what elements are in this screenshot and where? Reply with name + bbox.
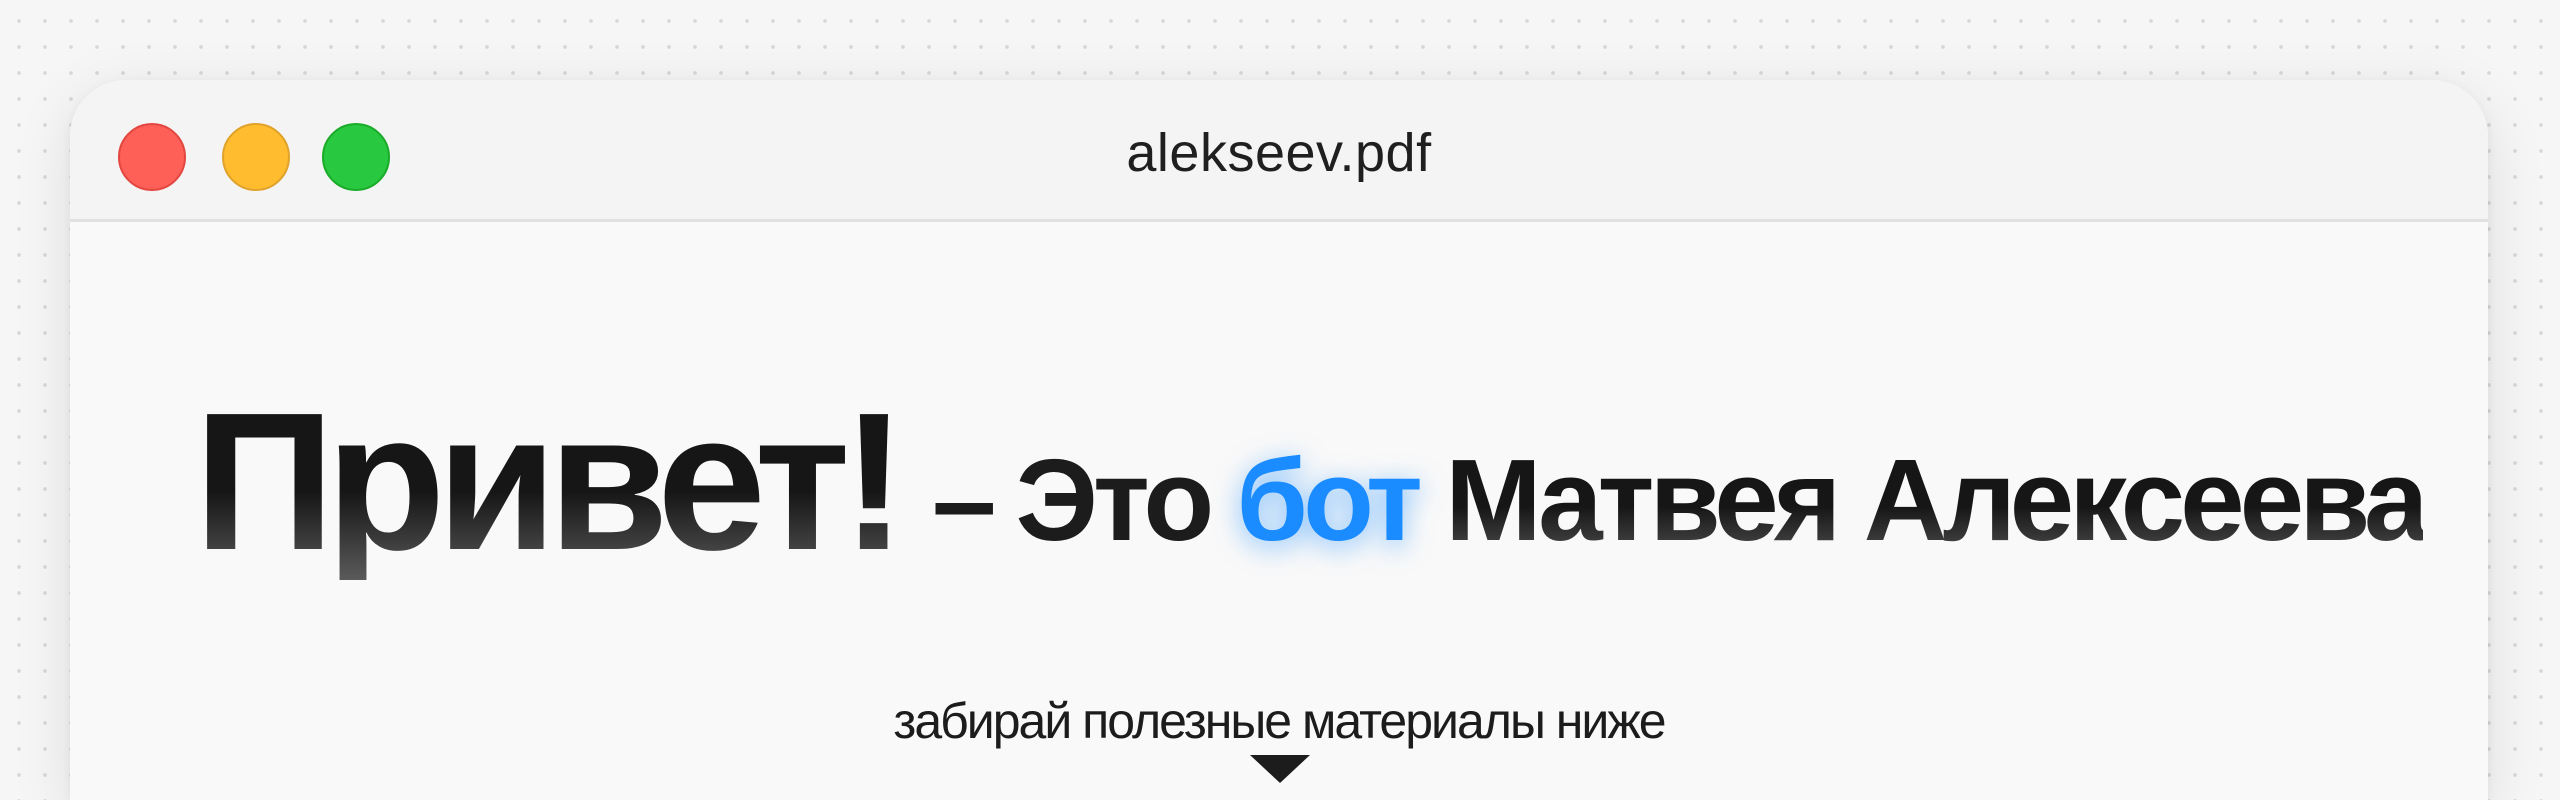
materials-caption: забирай полезные материалы ниже bbox=[893, 693, 1666, 749]
tagline-dash: – bbox=[932, 435, 996, 565]
tagline: – Это бот Матвея Алексеева bbox=[932, 435, 2428, 565]
greeting-heading: Привет! bbox=[194, 372, 907, 591]
title-bar: alekseev.pdf bbox=[70, 80, 2488, 222]
tagline-accent-word: бот bbox=[1236, 435, 1422, 565]
document-content: Привет! – Это бот Матвея Алексеева забира… bbox=[70, 222, 2488, 800]
window-title: alekseev.pdf bbox=[1126, 123, 1432, 183]
tagline-before: Это bbox=[1015, 435, 1215, 565]
app-window: alekseev.pdf Привет! – Это бот Матвея Але… bbox=[70, 80, 2488, 800]
tagline-after: Матвея Алексеева bbox=[1445, 435, 2428, 565]
triangle-down-icon bbox=[1250, 755, 1310, 783]
